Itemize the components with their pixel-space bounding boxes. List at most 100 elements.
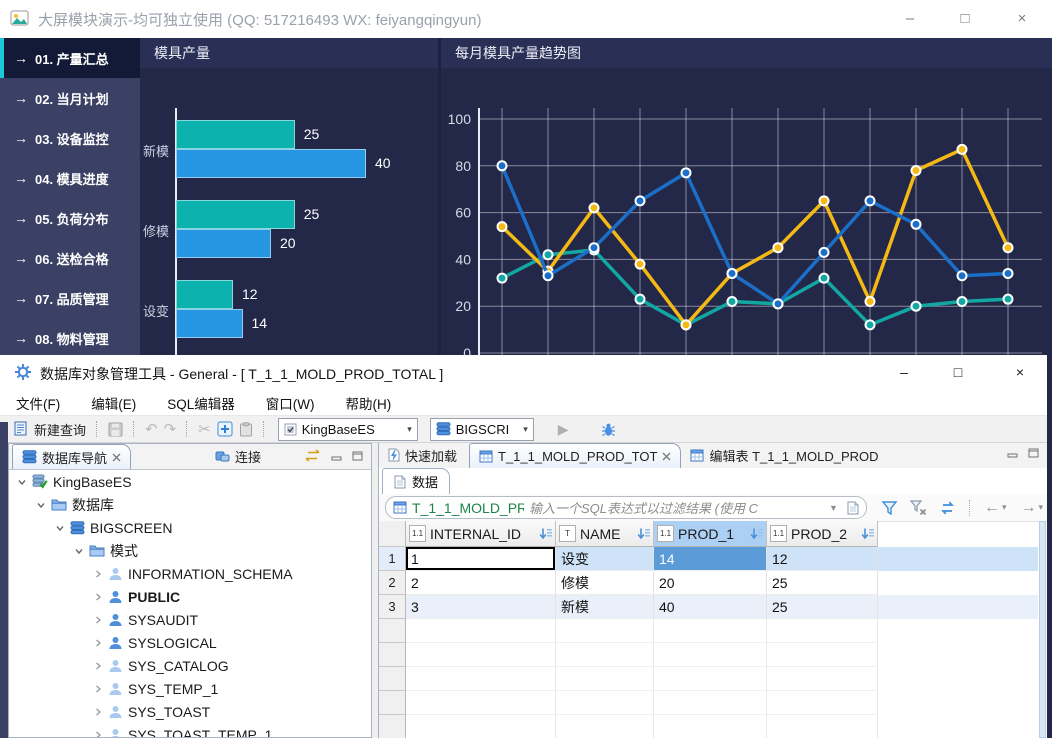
- cut-button[interactable]: ✂: [198, 420, 211, 438]
- database-select[interactable]: BIGSCRI▾: [430, 418, 534, 441]
- chevron-right-icon[interactable]: [91, 592, 105, 602]
- sidebar-item[interactable]: →07. 品质管理: [0, 278, 140, 318]
- cell-prod_2[interactable]: 25: [767, 595, 878, 619]
- paste-button[interactable]: [239, 422, 253, 437]
- filter-clear-icon[interactable]: [910, 500, 927, 516]
- back-button[interactable]: ←: [984, 499, 1000, 517]
- sidebar-item[interactable]: →05. 负荷分布: [0, 198, 140, 238]
- tree-item-数据库[interactable]: 数据库: [9, 493, 371, 516]
- cell-internal_id[interactable]: 1: [406, 547, 556, 571]
- save-button[interactable]: [108, 422, 123, 437]
- tree-item-sys_toast_temp_1[interactable]: SYS_TOAST_TEMP_1: [9, 723, 371, 737]
- sort-icon[interactable]: [539, 527, 552, 541]
- db-maximize-button[interactable]: □: [936, 357, 980, 387]
- new-query-button[interactable]: 新建查询: [13, 420, 86, 439]
- table-row[interactable]: 11设变1412: [379, 547, 1038, 571]
- cell-prod_1[interactable]: 14: [654, 547, 767, 571]
- chevron-down-icon[interactable]: ▾: [1038, 502, 1043, 513]
- column-header-prod_2[interactable]: 1.1PROD_2: [767, 521, 878, 547]
- chevron-right-icon[interactable]: [91, 569, 105, 579]
- filter-expression-input[interactable]: T_1_1_MOLD_PROD_TOTAL 输入一个SQL表达式以过滤结果 (使…: [385, 496, 867, 519]
- maximize-panel-icon[interactable]: [352, 451, 363, 461]
- table-row[interactable]: 22修模2025: [379, 571, 1038, 595]
- vertical-scrollbar[interactable]: [1039, 521, 1046, 738]
- tree-item-sysaudit[interactable]: SYSAUDIT: [9, 608, 371, 631]
- column-header-name[interactable]: TNAME: [556, 521, 654, 547]
- sort-icon[interactable]: [750, 527, 763, 541]
- db-minimize-button[interactable]: –: [882, 357, 926, 387]
- cell-prod_1[interactable]: 40: [654, 595, 767, 619]
- refresh-icon[interactable]: [939, 501, 956, 515]
- menu-item[interactable]: 编辑(E): [91, 393, 136, 413]
- dashboard-maximize-button[interactable]: □: [943, 4, 987, 34]
- chevron-right-icon[interactable]: [91, 638, 105, 648]
- column-header-internal_id[interactable]: 1.1INTERNAL_ID: [406, 521, 556, 547]
- link-editor-icon[interactable]: [304, 449, 321, 462]
- redo-button[interactable]: ↷: [164, 420, 177, 438]
- save-filter-icon[interactable]: [847, 501, 859, 515]
- chevron-down-icon[interactable]: [53, 523, 67, 533]
- minimize-panel-icon[interactable]: [1007, 448, 1018, 458]
- cell-prod_1[interactable]: 20: [654, 571, 767, 595]
- menu-item[interactable]: 帮助(H): [346, 393, 392, 413]
- tree-item-sys_toast[interactable]: SYS_TOAST: [9, 700, 371, 723]
- close-icon[interactable]: [662, 452, 671, 461]
- tab-database-navigator[interactable]: 数据库导航: [12, 444, 131, 469]
- chevron-down-icon[interactable]: ▾: [1002, 502, 1007, 513]
- menu-item[interactable]: 文件(F): [16, 393, 60, 413]
- sort-icon[interactable]: [637, 527, 650, 541]
- tree-item-kingbasees[interactable]: KingBaseES: [9, 470, 371, 493]
- db-close-button[interactable]: ×: [998, 357, 1042, 387]
- sidebar-item[interactable]: →04. 模具进度: [0, 158, 140, 198]
- chevron-down-icon[interactable]: [72, 546, 86, 556]
- tab-data[interactable]: 数据: [382, 468, 450, 494]
- sidebar-item[interactable]: →03. 设备监控: [0, 118, 140, 158]
- sidebar-item[interactable]: →01. 产量汇总: [0, 38, 140, 78]
- dashboard-close-button[interactable]: ×: [1000, 4, 1044, 34]
- chevron-right-icon[interactable]: [91, 615, 105, 625]
- cell-name[interactable]: 新模: [556, 595, 654, 619]
- tree-item-sys_temp_1[interactable]: SYS_TEMP_1: [9, 677, 371, 700]
- sidebar-item[interactable]: →08. 物料管理: [0, 318, 140, 358]
- cell-internal_id[interactable]: 3: [406, 595, 556, 619]
- tab-快速加载[interactable]: 快速加载: [379, 443, 466, 467]
- chevron-right-icon[interactable]: [91, 684, 105, 694]
- filter-apply-icon[interactable]: [881, 500, 898, 516]
- cell-name[interactable]: 修模: [556, 571, 654, 595]
- add-object-button[interactable]: [217, 421, 233, 437]
- cell-name[interactable]: 设变: [556, 547, 654, 571]
- dashboard-minimize-button[interactable]: –: [888, 4, 932, 34]
- cell-prod_2[interactable]: 12: [767, 547, 878, 571]
- chevron-right-icon[interactable]: [91, 707, 105, 717]
- tab-t_1_1_mold_prod_tot[interactable]: T_1_1_MOLD_PROD_TOT: [469, 443, 681, 468]
- tree-item-sys_catalog[interactable]: SYS_CATALOG: [9, 654, 371, 677]
- connection-select[interactable]: KingBaseES▾: [278, 418, 418, 441]
- tab-connections[interactable]: 连接: [206, 444, 270, 468]
- debug-button[interactable]: [601, 422, 616, 437]
- sidebar-item[interactable]: →06. 送检合格: [0, 238, 140, 278]
- table-row[interactable]: 33新模4025: [379, 595, 1038, 619]
- chevron-down-icon[interactable]: [15, 477, 29, 487]
- sidebar-item[interactable]: →02. 当月计划: [0, 78, 140, 118]
- chevron-right-icon[interactable]: [91, 661, 105, 671]
- cell-prod_2[interactable]: 25: [767, 571, 878, 595]
- execute-button[interactable]: ▶: [558, 421, 569, 438]
- chevron-down-icon[interactable]: [34, 500, 48, 510]
- cell-internal_id[interactable]: 2: [406, 571, 556, 595]
- minimize-panel-icon[interactable]: [331, 451, 342, 461]
- tree-item-bigscreen[interactable]: BIGSCREEN: [9, 516, 371, 539]
- column-header-prod_1[interactable]: 1.1PROD_1: [654, 521, 767, 547]
- tree-item-information_schema[interactable]: INFORMATION_SCHEMA: [9, 562, 371, 585]
- chevron-down-icon[interactable]: ▼: [829, 503, 838, 513]
- undo-button[interactable]: ↶: [145, 420, 158, 438]
- maximize-panel-icon[interactable]: [1028, 448, 1039, 458]
- menu-item[interactable]: 窗口(W): [266, 393, 315, 413]
- tree-item-syslogical[interactable]: SYSLOGICAL: [9, 631, 371, 654]
- tree-item-模式[interactable]: 模式: [9, 539, 371, 562]
- chevron-right-icon[interactable]: [91, 730, 105, 738]
- tree-item-public[interactable]: PUBLIC: [9, 585, 371, 608]
- forward-button[interactable]: →: [1020, 499, 1036, 517]
- sort-icon[interactable]: [861, 527, 874, 541]
- close-icon[interactable]: [112, 453, 121, 462]
- tab-编辑表-t_1_1_mold_prod[interactable]: 编辑表 T_1_1_MOLD_PROD: [681, 443, 887, 467]
